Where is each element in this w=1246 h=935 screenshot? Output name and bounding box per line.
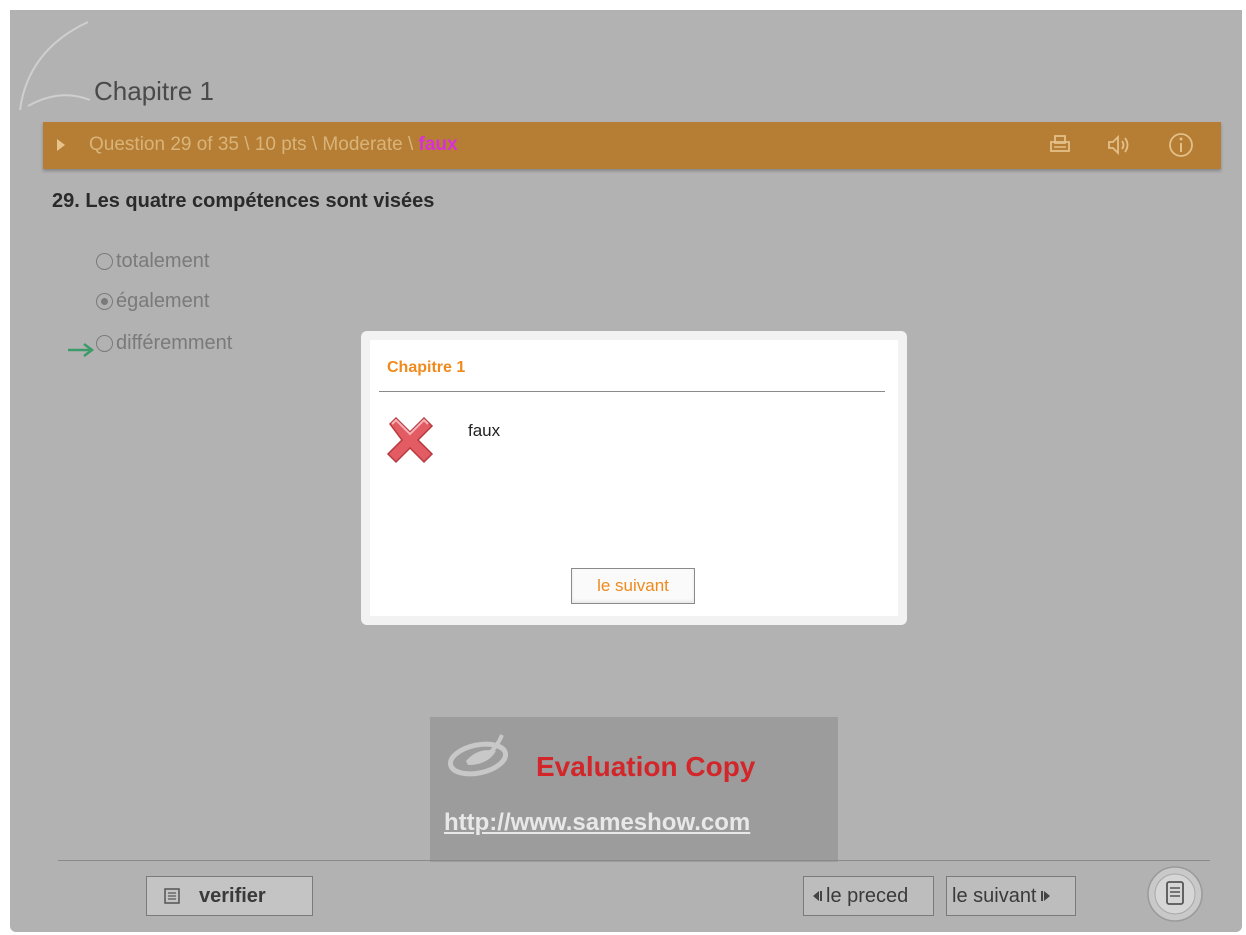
feedback-dialog: Chapitre 1 faux le suivant (361, 331, 907, 625)
question-info: Question 29 of 35 \ 10 pts \ Moderate \ … (89, 134, 458, 156)
dialog-divider (379, 391, 885, 392)
bar-arrow-icon (57, 139, 65, 151)
summary-round-button[interactable] (1146, 865, 1204, 923)
dialog-next-button[interactable]: le suivant (571, 568, 695, 604)
verify-button[interactable]: verifier (146, 876, 313, 916)
print-icon[interactable] (1045, 130, 1075, 160)
feedback-dialog-body: Chapitre 1 faux le suivant (370, 340, 898, 616)
radio-button[interactable] (96, 253, 113, 270)
chapter-title: Chapitre 1 (94, 76, 214, 106)
question-info-bar: Question 29 of 35 \ 10 pts \ Moderate \ … (43, 122, 1221, 169)
next-arrow-icon (1040, 891, 1050, 901)
quiz-frame: Chapitre 1 Question 29 of 35 \ 10 pts \ … (10, 10, 1242, 932)
next-button[interactable]: le suivant (946, 876, 1076, 916)
previous-button-label: le preced (826, 884, 909, 907)
answer-option-2[interactable]: également (96, 290, 209, 313)
answer-option-1[interactable]: totalement (96, 250, 209, 273)
answer-option-label: également (116, 290, 210, 312)
previous-button[interactable]: le preced (803, 876, 934, 916)
correct-answer-arrow-icon (68, 343, 95, 357)
answer-option-label: différemment (116, 332, 233, 354)
watermark-title: Evaluation Copy (536, 751, 756, 782)
info-icon[interactable] (1166, 130, 1196, 160)
incorrect-x-icon (386, 416, 434, 464)
watermark-url[interactable]: http://www.sameshow.com (444, 809, 750, 837)
verify-button-label: verifier (199, 884, 266, 907)
footer-divider (58, 860, 1210, 861)
speaker-icon[interactable] (1103, 130, 1133, 160)
question-info-text: Question 29 of 35 \ 10 pts \ Moderate \ (89, 134, 419, 155)
answer-status-label: faux (418, 134, 458, 155)
dialog-message: faux (468, 421, 501, 440)
sameshow-logo-icon (447, 734, 509, 777)
previous-arrow-icon (813, 891, 822, 901)
evaluation-watermark: Evaluation Copy http://www.sameshow.com (430, 717, 838, 862)
next-button-label: le suivant (952, 884, 1037, 907)
document-icon (164, 888, 180, 904)
radio-button-selected[interactable] (96, 293, 113, 310)
question-text: 29. Les quatre compétences sont visées (52, 190, 435, 212)
answer-option-label: totalement (116, 250, 210, 272)
radio-button[interactable] (96, 335, 113, 352)
dialog-title: Chapitre 1 (387, 359, 466, 376)
answer-option-3[interactable]: différemment (96, 332, 232, 355)
